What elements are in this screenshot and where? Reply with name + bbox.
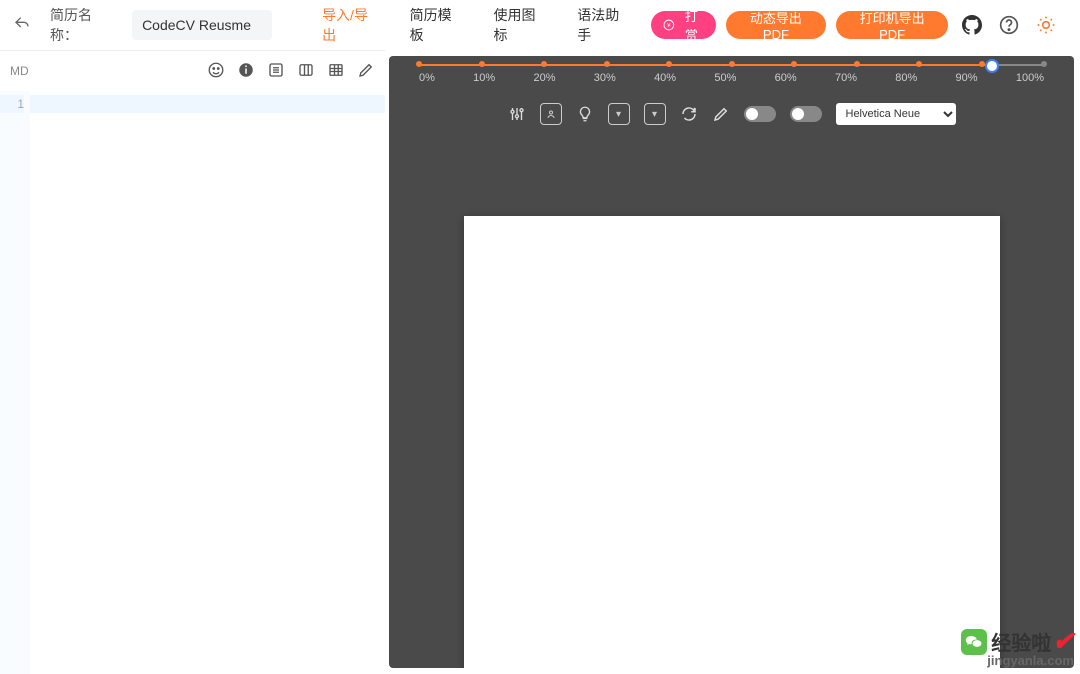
page-canvas[interactable] [389,136,1074,668]
pencil-icon [357,61,375,79]
tick-80: 80% [895,72,917,84]
resume-page [464,216,1000,668]
dropdown2-button[interactable]: ▾ [644,103,666,125]
slider-handle[interactable] [985,59,999,73]
editor-panel: MD 1 [0,50,385,674]
donate-button[interactable]: ¥ 打赏 [651,11,716,39]
profile-button[interactable] [540,103,562,125]
emoji-button[interactable] [207,61,225,82]
nav-templates[interactable]: 简历模板 [410,5,464,45]
slider-tick-labels: 0% 10% 20% 30% 40% 50% 60% 70% 80% 90% 1… [419,72,1044,84]
resume-name-label: 简历名称： [50,5,118,45]
toggle-1[interactable] [744,106,776,122]
info-icon [237,61,255,79]
nav-links: 导入/导出 简历模板 使用图标 语法助手 [322,5,631,45]
slider-tick [479,61,485,67]
github-button[interactable] [958,11,985,39]
columns-icon [297,61,315,79]
export-print-pdf-button[interactable]: 打印机导出PDF [836,11,948,39]
slider-fill [419,64,992,66]
slider-tick [854,61,860,67]
dropdown1-button[interactable]: ▾ [608,103,630,125]
nav-grammar[interactable]: 语法助手 [577,5,631,45]
table-icon [327,61,345,79]
active-line-highlight [30,95,385,113]
adjust-button[interactable] [508,105,526,123]
line-gutter: 1 [0,91,30,674]
idea-button[interactable] [576,105,594,123]
tick-70: 70% [835,72,857,84]
slider-tick [541,61,547,67]
editor-mode-badge: MD [10,64,29,78]
editor-body[interactable]: 1 [0,91,385,674]
slider-tick [916,61,922,67]
slider-tick [604,61,610,67]
help-icon [999,15,1019,35]
info-button[interactable] [237,61,255,82]
tick-40: 40% [654,72,676,84]
help-button[interactable] [996,11,1023,39]
svg-text:¥: ¥ [667,23,671,29]
refresh-button[interactable] [680,105,698,123]
toggle-2[interactable] [790,106,822,122]
slider-tick [979,61,985,67]
pencil-icon-2 [712,105,730,123]
export-dynamic-pdf-button[interactable]: 动态导出PDF [726,11,826,39]
slider-tick [416,61,422,67]
slider-tick [729,61,735,67]
slider-tick [1041,61,1047,67]
code-area[interactable] [30,91,385,674]
columns-button[interactable] [297,61,315,82]
tick-10: 10% [473,72,495,84]
resume-name-input[interactable] [132,10,272,40]
tick-60: 60% [775,72,797,84]
theme-button[interactable] [1033,11,1060,39]
table-button[interactable] [327,61,345,82]
sun-icon [1036,15,1056,35]
lightbulb-icon [576,105,594,123]
tick-90: 90% [956,72,978,84]
preview-toolbar: ▾ ▾ Helvetica Neue [389,92,1074,136]
tick-0: 0% [419,72,435,84]
tick-30: 30% [594,72,616,84]
refresh-icon [680,105,698,123]
tick-50: 50% [714,72,736,84]
top-bar: 简历名称： 导入/导出 简历模板 使用图标 语法助手 ¥ 打赏 动态导出PDF … [0,0,1080,50]
emoji-icon [207,61,225,79]
workspace: MD 1 0% [0,50,1080,674]
nav-import-export[interactable]: 导入/导出 [322,5,380,45]
chevron-box-icon-2: ▾ [644,103,666,125]
list-button[interactable] [267,61,285,82]
money-icon: ¥ [663,19,675,31]
chevron-box-icon: ▾ [608,103,630,125]
slider-tick [791,61,797,67]
tick-100: 100% [1016,72,1044,84]
editor-tool-icons [207,61,375,82]
list-icon [267,61,285,79]
preview-panel: 0% 10% 20% 30% 40% 50% 60% 70% 80% 90% 1… [385,50,1080,674]
slider-tick [666,61,672,67]
back-arrow-icon [14,15,30,31]
editor-toolbar: MD [0,51,385,91]
sliders-icon [508,105,526,123]
github-icon [962,15,982,35]
edit-button[interactable] [357,61,375,82]
tick-20: 20% [533,72,555,84]
font-select[interactable]: Helvetica Neue [836,103,956,125]
donate-label: 打赏 [679,6,704,44]
nav-use-icons[interactable]: 使用图标 [493,5,547,45]
profile-box-icon [540,103,562,125]
line-number-1: 1 [0,95,24,113]
back-button[interactable] [10,15,34,36]
zoom-slider[interactable]: 0% 10% 20% 30% 40% 50% 60% 70% 80% 90% 1… [389,56,1074,92]
preview-inner: 0% 10% 20% 30% 40% 50% 60% 70% 80% 90% 1… [389,56,1074,668]
draw-button[interactable] [712,105,730,123]
